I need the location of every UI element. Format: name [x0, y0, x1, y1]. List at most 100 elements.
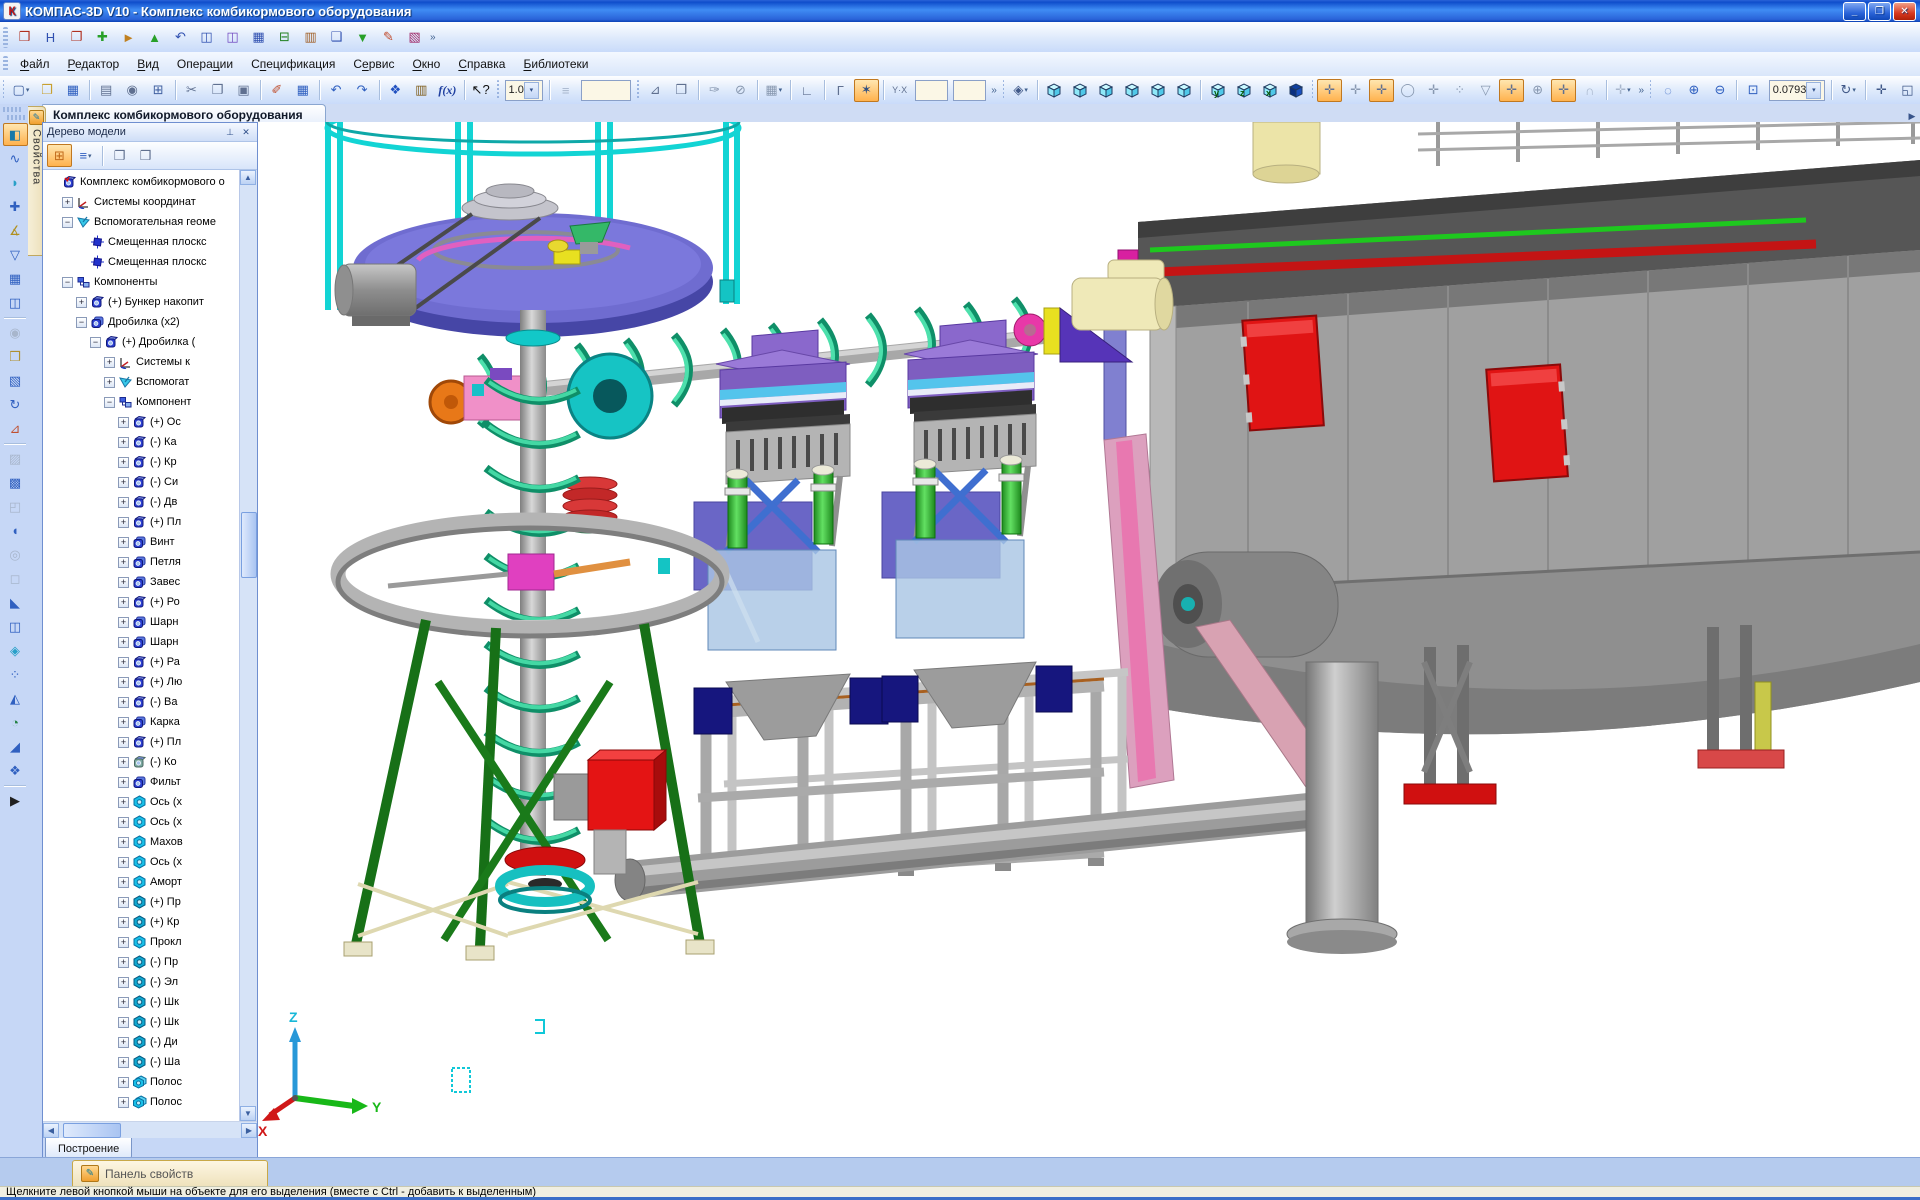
properties-window-icon[interactable]: ❖	[3, 759, 28, 782]
menu-Окно[interactable]: Окно	[403, 54, 449, 74]
menu-Файл[interactable]: Файл	[11, 54, 59, 74]
model-tree-header[interactable]: Дерево модели ⊥ ✕	[43, 123, 257, 142]
space-curves-icon[interactable]: ∿	[3, 147, 28, 170]
tree-item[interactable]: +(+) Пр	[44, 892, 240, 912]
tree-item[interactable]: +Винт	[44, 532, 240, 552]
scroll-thumb-horizontal[interactable]	[63, 1123, 121, 1138]
zoom-scale-combo[interactable]: 0.0793▾	[1769, 80, 1826, 101]
tree-item[interactable]: +(+) Лю	[44, 672, 240, 692]
dome-icon[interactable]: ◖	[3, 519, 28, 542]
tree-item[interactable]: +(-) Ва	[44, 692, 240, 712]
doc-import-icon[interactable]: ▲	[142, 26, 167, 49]
tree-item[interactable]: +(-) Ко	[44, 752, 240, 772]
tree-item[interactable]: +Петля	[44, 552, 240, 572]
tree-item[interactable]: +(+) Кр	[44, 912, 240, 932]
dropdown-arrow-icon[interactable]: ▾	[1852, 86, 1856, 94]
document-tab[interactable]: Комплекс комбикормового оборудования	[30, 104, 326, 124]
snap-grid-icon[interactable]: ⁘	[1447, 79, 1472, 102]
tree-item[interactable]: +Махов	[44, 832, 240, 852]
boss-icon[interactable]: ▨	[3, 447, 28, 470]
collapse-icon[interactable]: −	[62, 217, 73, 228]
view-z-icon[interactable]: z	[1231, 79, 1256, 102]
snap-point-icon[interactable]: ✛	[1499, 79, 1524, 102]
tree-item[interactable]: +Завес	[44, 572, 240, 592]
tree-item[interactable]: +(+) Бункер накопит	[44, 292, 240, 312]
close-icon[interactable]: ✕	[239, 126, 253, 139]
expand-icon[interactable]: +	[104, 357, 115, 368]
menu-Справка[interactable]: Справка	[449, 54, 514, 74]
toolbar-drag-handle[interactable]	[3, 27, 8, 48]
report-build-icon[interactable]: ❒	[133, 144, 158, 167]
picture-icon[interactable]: ❒	[3, 345, 28, 368]
expand-icon[interactable]: +	[118, 877, 129, 888]
expand-icon[interactable]: +	[118, 737, 129, 748]
expand-icon[interactable]: +	[76, 297, 87, 308]
toolbar-drag-handle[interactable]	[637, 80, 638, 100]
tree-item[interactable]: +(-) Шк	[44, 992, 240, 1012]
rotate-view-icon[interactable]: ↻▾	[1836, 79, 1861, 102]
scroll-left-icon[interactable]: ◀	[43, 1123, 59, 1138]
menu-Спецификация[interactable]: Спецификация	[242, 54, 344, 74]
toolbar-drag-handle[interactable]	[1312, 80, 1313, 100]
doc-forward-icon[interactable]: ►	[116, 26, 141, 49]
dropdown-arrow-icon[interactable]: ▾	[1024, 86, 1028, 94]
tree-structure-icon[interactable]: ⊞	[47, 144, 72, 167]
grid-icon[interactable]: ▦▾	[761, 79, 786, 102]
section-icon[interactable]: ◫	[3, 615, 28, 638]
expand-icon[interactable]: +	[118, 477, 129, 488]
toolbar-drag-handle[interactable]	[3, 80, 4, 100]
structure-view-icon[interactable]: ⊟	[272, 26, 297, 49]
tree-item[interactable]: −Вспомогательная геоме	[44, 212, 240, 232]
expand-icon[interactable]: +	[118, 797, 129, 808]
expand-icon[interactable]: +	[118, 1057, 129, 1068]
expand-icon[interactable]: +	[118, 977, 129, 988]
menu-Сервис[interactable]: Сервис	[344, 54, 403, 74]
menu-Библиотеки[interactable]: Библиотеки	[514, 54, 597, 74]
snap-tangent-icon[interactable]: ✛	[1421, 79, 1446, 102]
close-button[interactable]: ✕	[1893, 2, 1916, 21]
kinematic-icon[interactable]: ⊿	[3, 417, 28, 440]
expand-icon[interactable]: +	[118, 537, 129, 548]
expand-more-icon[interactable]: ▶	[3, 789, 28, 812]
expand-icon[interactable]: +	[118, 717, 129, 728]
tree-item[interactable]: +(+) Ра	[44, 652, 240, 672]
toolbar-drag-handle[interactable]	[7, 115, 27, 120]
mixer-unit[interactable]	[1104, 122, 1920, 804]
scroll-thumb[interactable]	[241, 512, 257, 578]
tree-item[interactable]: Комплекс комбикормового о	[44, 172, 240, 192]
expand-icon[interactable]: +	[118, 837, 129, 848]
mixer-door-left[interactable]	[1239, 316, 1323, 431]
variables-icon[interactable]: ▥	[409, 79, 434, 102]
expand-icon[interactable]: +	[118, 577, 129, 588]
coord-x-field[interactable]	[953, 80, 986, 101]
zoom-select-icon[interactable]: ◌	[1655, 79, 1680, 102]
fillet-icon[interactable]: ◔	[3, 711, 28, 734]
local-cs-icon[interactable]: ∟	[795, 79, 820, 102]
3d-viewport[interactable]: Z X Y	[258, 122, 1920, 1157]
expand-icon[interactable]: +	[118, 777, 129, 788]
collapse-icon[interactable]: −	[76, 317, 87, 328]
expand-icon[interactable]: +	[118, 677, 129, 688]
discharge-pipe[interactable]	[615, 803, 1328, 901]
expand-icon[interactable]: +	[118, 817, 129, 828]
surfaces-icon[interactable]: ◗	[3, 171, 28, 194]
view-top-icon[interactable]	[1093, 79, 1118, 102]
draft-icon[interactable]: ◻	[3, 567, 28, 590]
rib-icon[interactable]: ◰	[3, 495, 28, 518]
tree-item[interactable]: +(-) Шк	[44, 1012, 240, 1032]
expand-icon[interactable]: +	[118, 617, 129, 628]
dialog-icon[interactable]: ❑	[324, 26, 349, 49]
tree-item[interactable]: +(+) Ро	[44, 592, 240, 612]
layer-state-field[interactable]	[581, 80, 631, 101]
dropdown-arrow-icon[interactable]: ▾	[88, 152, 92, 160]
spreadsheet-icon[interactable]: ▦	[290, 79, 315, 102]
coord-y-field[interactable]	[915, 80, 948, 101]
expand-icon[interactable]: +	[118, 997, 129, 1008]
tree-item[interactable]: +(-) Дв	[44, 492, 240, 512]
fit-all-icon[interactable]: ◱	[1895, 79, 1920, 102]
tree-item[interactable]: −Компонент	[44, 392, 240, 412]
mixer-door-right[interactable]	[1486, 364, 1571, 481]
tree-item[interactable]: +Системы координат	[44, 192, 240, 212]
save-icon[interactable]: ▦	[60, 79, 85, 102]
expand-icon[interactable]: +	[118, 1017, 129, 1028]
